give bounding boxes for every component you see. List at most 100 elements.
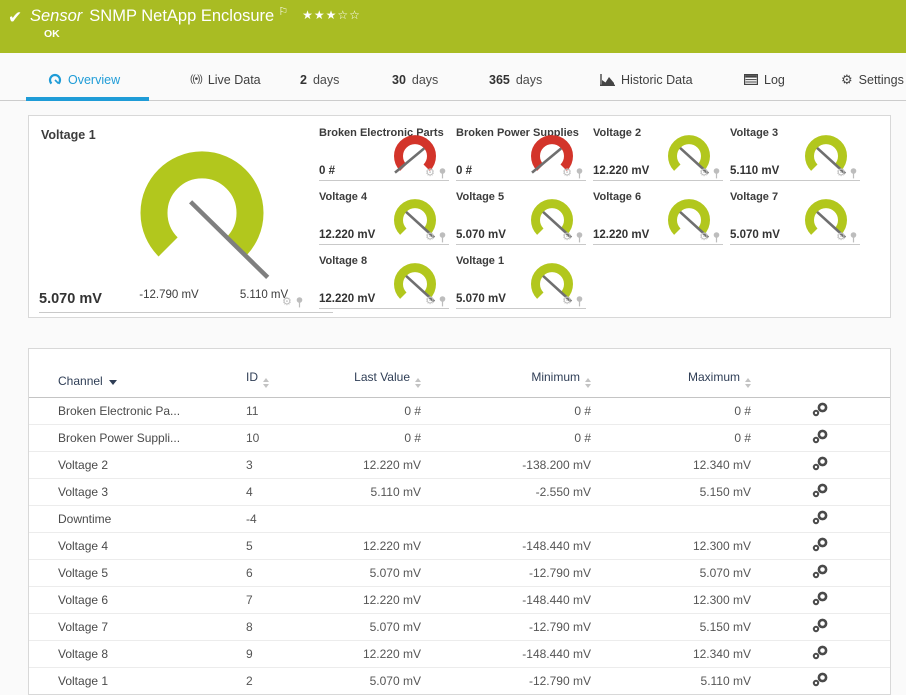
channel-settings-icon[interactable] (812, 429, 829, 444)
settings-gear-icon[interactable]: ⚙ (425, 296, 435, 307)
page-title: SNMP NetApp Enclosure (89, 7, 275, 25)
star-empty-icon[interactable]: ☆ (349, 8, 361, 22)
pin-icon-wrap[interactable] (438, 232, 447, 243)
maximum-cell: 12.300 mV (692, 593, 751, 607)
tab-365-days[interactable]: 365 days (489, 59, 542, 100)
tab-label: Log (764, 72, 785, 87)
column-header-last-value[interactable]: Last Value (301, 370, 421, 388)
pin-icon[interactable] (849, 232, 858, 243)
channel-settings-icon[interactable] (812, 537, 829, 552)
table-row: Broken Power Suppli... 10 0 # 0 # 0 # (29, 425, 890, 452)
column-label: ID (246, 370, 258, 384)
gauge-tile-value: 12.220 mV (319, 293, 376, 305)
gauge-tile-broken-electronic-parts: Broken Electronic Parts 0 # ⚙ (319, 126, 449, 181)
pin-icon[interactable] (575, 232, 584, 243)
settings-gear-icon[interactable]: ⚙ (425, 232, 435, 243)
gauge-tile-value: 5.110 mV (730, 165, 780, 177)
channel-cell: Voltage 8 (58, 647, 109, 661)
gauge-tile-value: 12.220 mV (593, 229, 650, 241)
channel-settings-icon[interactable] (812, 564, 829, 579)
pin-icon[interactable] (575, 296, 584, 307)
pin-icon-wrap[interactable] (438, 168, 447, 179)
gauge-tile-title: Voltage 7 (730, 191, 779, 203)
channel-settings-icon[interactable] (812, 483, 829, 498)
column-header-maximum[interactable]: Maximum (591, 370, 751, 388)
tab-number: 30 (392, 72, 406, 87)
pin-icon[interactable] (575, 168, 584, 179)
settings-gear-icon[interactable]: ⚙ (699, 232, 709, 243)
channel-settings-icon[interactable] (812, 645, 829, 660)
pin-icon-wrap[interactable] (438, 296, 447, 307)
channel-settings-icon[interactable] (812, 591, 829, 606)
tab-overview[interactable]: Overview (48, 59, 120, 100)
channel-cell: Voltage 4 (58, 539, 109, 553)
pin-icon[interactable] (438, 168, 447, 179)
channel-cell: Voltage 7 (58, 620, 109, 634)
tab-30-days[interactable]: 30 days (392, 59, 438, 100)
channel-table-panel: Channel ID Last Value Minimum Maximum Broken… (28, 348, 891, 695)
tab-log[interactable]: Log (744, 59, 785, 100)
settings-gear-icon[interactable]: ⚙ (836, 168, 846, 179)
settings-gear-icon[interactable]: ⚙ (699, 168, 709, 179)
settings-gear-icon[interactable]: ⚙ (562, 232, 572, 243)
tab-2-days[interactable]: 2 days (300, 59, 339, 100)
column-header-minimum[interactable]: Minimum (421, 370, 591, 388)
tab-label: Settings (858, 72, 904, 87)
minimum-cell: 0 # (574, 404, 591, 418)
table-row: Voltage 4 5 12.220 mV -148.440 mV 12.300 mV (29, 533, 890, 560)
settings-gear-icon[interactable]: ⚙ (425, 168, 435, 179)
settings-cell (751, 456, 890, 474)
gauge-tile-value: 12.220 mV (593, 165, 650, 177)
pin-icon-wrap[interactable] (712, 232, 721, 243)
channel-settings-icon[interactable] (812, 402, 829, 417)
settings-gear-icon[interactable]: ⚙ (562, 168, 572, 179)
channel-settings-icon[interactable] (812, 510, 829, 525)
pin-icon-wrap[interactable] (295, 297, 304, 308)
pin-icon[interactable] (438, 296, 447, 307)
flag-icon[interactable]: ⚐ (278, 6, 288, 18)
priority-stars[interactable]: ★★★☆☆ (302, 8, 361, 22)
pin-icon[interactable] (438, 232, 447, 243)
star-empty-icon[interactable]: ☆ (337, 8, 349, 22)
star-filled-icon[interactable]: ★ (302, 8, 314, 22)
last-value-cell: 5.070 mV (369, 566, 421, 580)
pin-icon-wrap[interactable] (575, 168, 584, 179)
pin-icon-wrap[interactable] (575, 232, 584, 243)
table-row: Voltage 6 7 12.220 mV -148.440 mV 12.300 mV (29, 587, 890, 614)
column-header-id[interactable]: ID (246, 370, 301, 388)
settings-cell (751, 591, 890, 609)
settings-gear-icon[interactable]: ⚙ (282, 297, 292, 308)
minimum-cell: -12.790 mV (528, 620, 591, 634)
channel-cell: Voltage 6 (58, 593, 109, 607)
gauge-svg (140, 151, 270, 280)
tab-settings[interactable]: ⚙ Settings (841, 59, 904, 100)
maximum-cell: 5.150 mV (699, 620, 751, 634)
star-filled-icon[interactable]: ★ (326, 8, 338, 22)
channel-settings-icon[interactable] (812, 672, 829, 687)
pin-icon[interactable] (295, 297, 304, 308)
gauge-actions: ⚙ (282, 297, 304, 308)
pin-icon-wrap[interactable] (849, 168, 858, 179)
id-cell: 8 (246, 620, 253, 634)
gauge-tile-title: Voltage 4 (319, 191, 368, 203)
maximum-cell: 5.070 mV (699, 566, 751, 580)
channel-settings-icon[interactable] (812, 456, 829, 471)
pin-icon[interactable] (849, 168, 858, 179)
table-row: Voltage 2 3 12.220 mV -138.200 mV 12.340 mV (29, 452, 890, 479)
settings-gear-icon[interactable]: ⚙ (562, 296, 572, 307)
tab-live-data[interactable]: ((•)) Live Data (190, 59, 261, 100)
pin-icon-wrap[interactable] (849, 232, 858, 243)
column-header-channel[interactable]: Channel (58, 374, 246, 388)
historic-data-icon (600, 73, 615, 86)
tab-historic-data[interactable]: Historic Data (600, 59, 693, 100)
pin-icon[interactable] (712, 232, 721, 243)
settings-gear-icon[interactable]: ⚙ (836, 232, 846, 243)
last-value-cell: 5.070 mV (369, 674, 421, 688)
gauge-tile-voltage-6: Voltage 6 12.220 mV ⚙ (593, 190, 723, 245)
pin-icon[interactable] (712, 168, 721, 179)
channel-settings-icon[interactable] (812, 618, 829, 633)
table-row: Voltage 3 4 5.110 mV -2.550 mV 5.150 mV (29, 479, 890, 506)
pin-icon-wrap[interactable] (575, 296, 584, 307)
star-filled-icon[interactable]: ★ (314, 8, 326, 22)
pin-icon-wrap[interactable] (712, 168, 721, 179)
